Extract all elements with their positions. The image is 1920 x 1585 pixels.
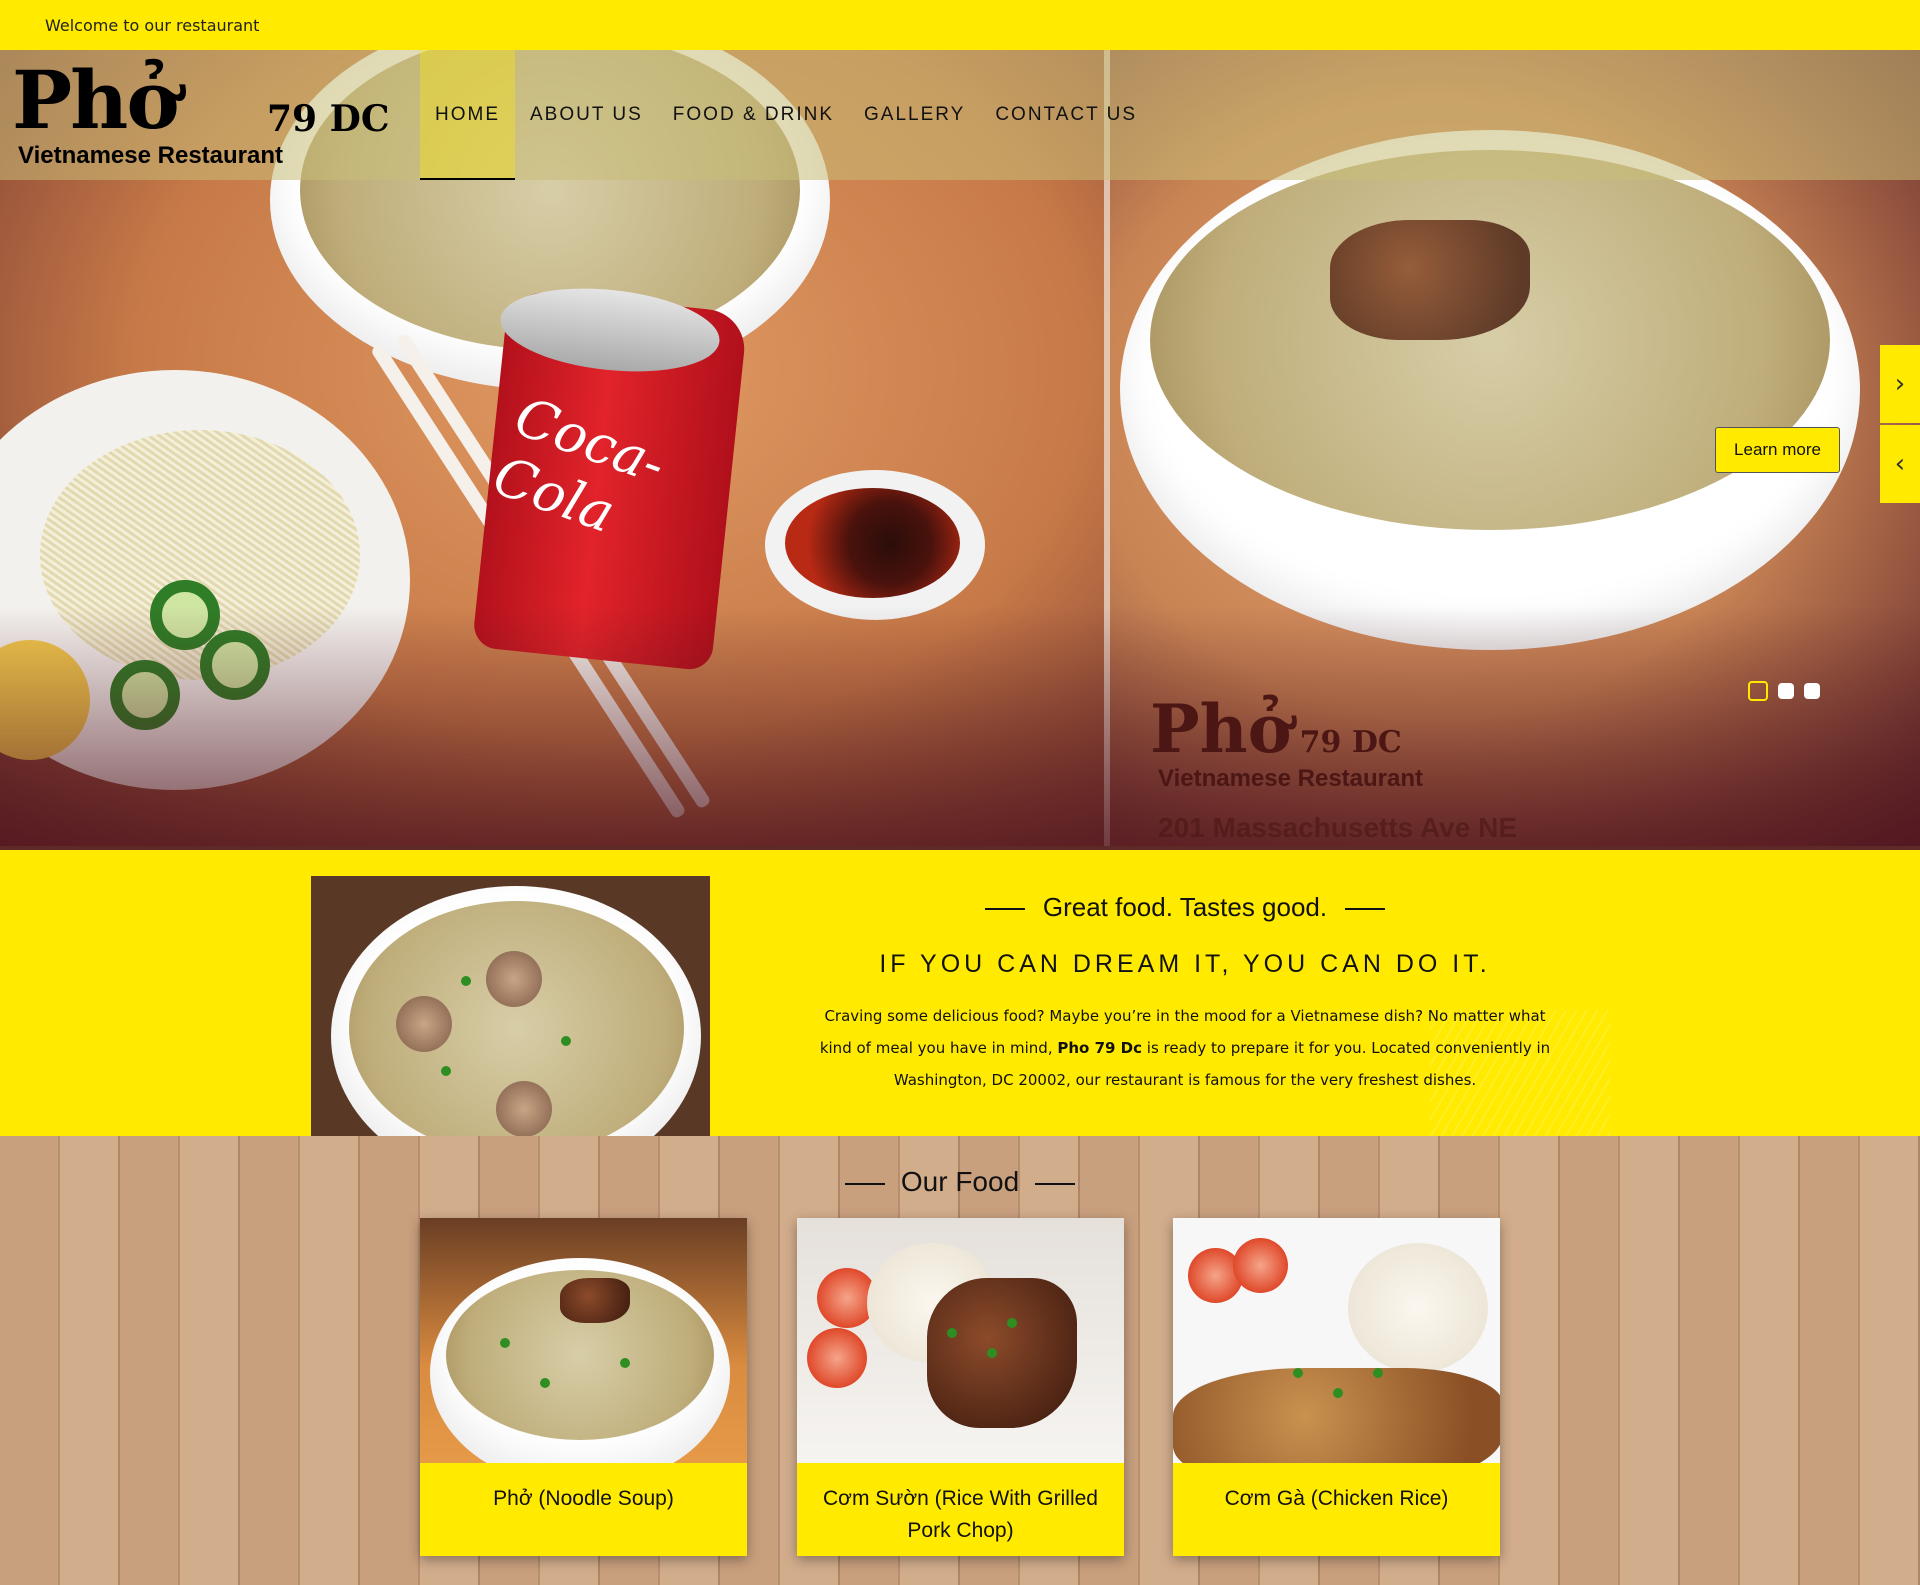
food-card-label: Cơm Sườn (Rice With Grilled Pork Chop) bbox=[823, 1487, 1098, 1542]
intro-photo bbox=[311, 876, 710, 1140]
learn-more-button[interactable]: Learn more bbox=[1715, 427, 1840, 473]
welcome-text: Welcome to our restaurant bbox=[45, 16, 260, 35]
food-card-pho[interactable]: Phở (Noodle Soup) bbox=[420, 1218, 747, 1556]
food-photo bbox=[420, 1218, 747, 1463]
intro-section: Great food. Tastes good. IF YOU CAN DREA… bbox=[0, 846, 1920, 1140]
intro-heading-text: Great food. Tastes good. bbox=[1042, 892, 1328, 922]
intro-tagline: IF YOU CAN DREAM IT, YOU CAN DO IT. bbox=[879, 950, 1491, 978]
photo-logo-address: 201 Massachusetts Ave NE bbox=[1158, 812, 1517, 843]
nav-about-us[interactable]: ABOUT US bbox=[515, 50, 658, 180]
site-logo[interactable]: Phở 79 DC Vietnamese Restaurant bbox=[12, 60, 417, 172]
top-bar: Welcome to our restaurant bbox=[0, 0, 1920, 50]
nav-food-drink[interactable]: FOOD & DRINK bbox=[658, 50, 849, 180]
our-food-title-text: Our Food bbox=[900, 1166, 1020, 1197]
main-nav: HOME ABOUT US FOOD & DRINK GALLERY CONTA… bbox=[420, 50, 1152, 180]
photo-logo-number: 79 DC bbox=[1299, 725, 1402, 760]
logo-name: Phở bbox=[12, 53, 180, 147]
food-card-com-suon[interactable]: Cơm Sườn (Rice With Grilled Pork Chop) bbox=[797, 1218, 1124, 1556]
our-food-section: Our Food Phở (Noodle Soup) Cơm Sườn (Ric… bbox=[0, 1136, 1920, 1585]
slider-prev-button[interactable]: ‹ bbox=[1880, 425, 1920, 503]
slider-dots bbox=[1748, 681, 1820, 701]
slider-dot-1[interactable] bbox=[1748, 681, 1768, 701]
food-card-label: Cơm Gà (Chicken Rice) bbox=[1224, 1487, 1449, 1510]
food-card-com-ga[interactable]: Cơm Gà (Chicken Rice) bbox=[1173, 1218, 1500, 1556]
nav-contact-us[interactable]: CONTACT US bbox=[980, 50, 1152, 180]
nav-gallery[interactable]: GALLERY bbox=[849, 50, 980, 180]
logo-subtitle: Vietnamese Restaurant bbox=[18, 142, 284, 169]
photo-logo-name: Phở bbox=[1150, 690, 1292, 768]
food-card-label: Phở (Noodle Soup) bbox=[493, 1487, 674, 1510]
photo-logo-subtitle: Vietnamese Restaurant bbox=[1158, 765, 1424, 792]
intro-text-bold: Pho 79 Dc bbox=[1057, 1039, 1143, 1057]
logo-number: 79 DC bbox=[267, 98, 390, 140]
intro-paragraph: Craving some delicious food? Maybe you’r… bbox=[815, 1000, 1555, 1096]
photo-logo: Phở 79 DC bbox=[1150, 690, 1402, 768]
intro-heading: Great food. Tastes good. bbox=[800, 892, 1570, 923]
chevron-left-icon: ‹ bbox=[1894, 449, 1906, 479]
slider-next-button[interactable]: › bbox=[1880, 345, 1920, 423]
nav-home[interactable]: HOME bbox=[420, 50, 515, 180]
food-photo bbox=[797, 1218, 1124, 1463]
our-food-title: Our Food bbox=[760, 1166, 1160, 1198]
slider-dot-2[interactable] bbox=[1778, 683, 1794, 699]
chevron-right-icon: › bbox=[1894, 369, 1906, 399]
slider-dot-3[interactable] bbox=[1804, 683, 1820, 699]
food-photo bbox=[1173, 1218, 1500, 1463]
